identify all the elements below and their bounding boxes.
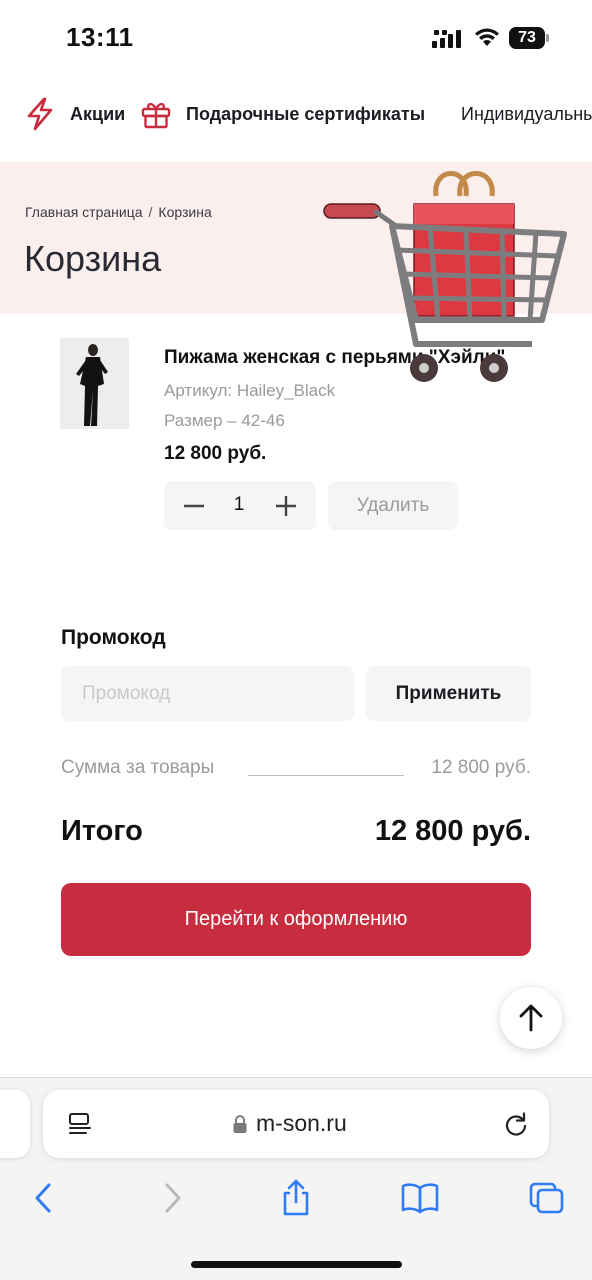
items-sum-label: Сумма за товары bbox=[61, 757, 215, 778]
previous-tab-card[interactable] bbox=[0, 1090, 30, 1158]
browser-toolbar: m-son.ru bbox=[0, 1077, 592, 1280]
share-icon bbox=[283, 1179, 309, 1216]
reader-mode-icon[interactable] bbox=[67, 1111, 93, 1137]
sum-divider bbox=[248, 775, 404, 776]
address-bar[interactable]: m-son.ru bbox=[43, 1090, 549, 1158]
lock-icon bbox=[233, 1115, 247, 1133]
arrow-up-icon bbox=[519, 1004, 543, 1032]
wifi-icon bbox=[475, 28, 499, 46]
menu-item-label: Подарочные сертификаты bbox=[186, 103, 426, 124]
back-button[interactable] bbox=[24, 1178, 64, 1218]
tabs-button[interactable] bbox=[526, 1178, 566, 1218]
items-sum-value: 12 800 руб. bbox=[431, 757, 531, 778]
breadcrumb: Главная страница / Корзина bbox=[25, 204, 212, 220]
quantity-value: 1 bbox=[233, 494, 245, 515]
chevron-right-icon bbox=[165, 1183, 181, 1213]
total-value: 12 800 руб. bbox=[374, 815, 531, 847]
product-image[interactable] bbox=[60, 338, 129, 429]
apply-promo-button[interactable]: Применить bbox=[366, 666, 531, 721]
forward-button[interactable] bbox=[152, 1178, 192, 1218]
scroll-to-top-button[interactable] bbox=[500, 987, 562, 1049]
total-label: Итого bbox=[61, 815, 143, 847]
chevron-left-icon bbox=[35, 1183, 51, 1213]
promo-code-input[interactable] bbox=[61, 666, 354, 721]
menu-item-gift-certificates[interactable]: Подарочные сертификаты bbox=[140, 88, 425, 140]
product-photo bbox=[60, 338, 129, 429]
breadcrumb-current: Корзина bbox=[158, 204, 212, 220]
product-size: Размер – 42-46 bbox=[164, 411, 285, 430]
url-text: m-son.ru bbox=[256, 1110, 347, 1136]
menu-item-label: Индивидуальный bbox=[461, 103, 592, 124]
quantity-stepper: 1 bbox=[164, 481, 316, 530]
breadcrumb-home-link[interactable]: Главная страница bbox=[25, 204, 143, 220]
product-sku: Артикул: Hailey_Black bbox=[164, 381, 336, 400]
battery-icon: 73 bbox=[509, 27, 549, 49]
plus-icon[interactable] bbox=[272, 493, 300, 519]
minus-icon[interactable] bbox=[180, 493, 208, 519]
checkout-button[interactable]: Перейти к оформлению bbox=[61, 883, 531, 956]
tabs-icon bbox=[529, 1182, 564, 1214]
reload-icon[interactable] bbox=[502, 1110, 530, 1138]
page-title: Корзина bbox=[24, 238, 162, 279]
breadcrumb-separator: / bbox=[148, 204, 153, 220]
battery-tip bbox=[546, 34, 549, 42]
status-time: 13:11 bbox=[66, 22, 134, 52]
status-bar: 13:11 73 bbox=[0, 0, 592, 78]
top-menu: Акции Подарочные сертификаты Индивидуаль… bbox=[0, 88, 592, 140]
lightning-icon bbox=[27, 97, 53, 131]
product-price: 12 800 руб. bbox=[164, 443, 267, 464]
bookmarks-button[interactable] bbox=[400, 1178, 440, 1218]
gift-icon bbox=[141, 102, 171, 129]
cellular-signal-icon bbox=[432, 30, 461, 48]
home-indicator bbox=[191, 1261, 402, 1268]
promo-title: Промокод bbox=[61, 626, 166, 649]
menu-item-individual[interactable]: Индивидуальный bbox=[461, 88, 592, 140]
share-button[interactable] bbox=[276, 1178, 316, 1218]
book-icon bbox=[401, 1183, 439, 1214]
battery-level: 73 bbox=[509, 27, 545, 49]
delete-button[interactable]: Удалить bbox=[328, 481, 458, 530]
menu-item-promo[interactable]: Акции bbox=[24, 88, 125, 140]
menu-item-label: Акции bbox=[70, 103, 126, 124]
shopping-cart-illustration bbox=[323, 171, 567, 382]
